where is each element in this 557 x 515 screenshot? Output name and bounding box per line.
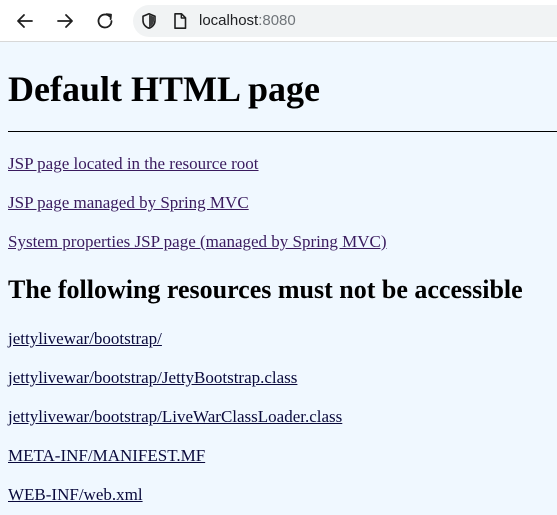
forward-button[interactable] (51, 7, 79, 35)
shield-icon[interactable] (140, 12, 158, 30)
link-system-properties-jsp[interactable]: System properties JSP page (managed by S… (8, 232, 387, 252)
reload-button[interactable] (91, 7, 119, 35)
restricted-resources-heading: The following resources must not be acce… (8, 275, 523, 304)
page-title: Default HTML page (8, 69, 320, 109)
reload-icon (97, 13, 113, 29)
horizontal-rule (8, 131, 557, 132)
link-web-xml[interactable]: WEB-INF/web.xml (8, 485, 143, 505)
link-jsp-spring-mvc[interactable]: JSP page managed by Spring MVC (8, 193, 249, 213)
link-livewar-classloader-class[interactable]: jettylivewar/bootstrap/LiveWarClassLoade… (8, 407, 342, 427)
page-info-icon[interactable] (171, 12, 189, 30)
link-bootstrap-dir[interactable]: jettylivewar/bootstrap/ (8, 329, 162, 349)
back-button[interactable] (11, 7, 39, 35)
link-jsp-resource-root[interactable]: JSP page located in the resource root (8, 154, 259, 174)
address-bar[interactable]: localhost:8080 (133, 5, 557, 37)
page-content: Default HTML page JSP page located in th… (0, 43, 557, 515)
url-text[interactable]: localhost:8080 (199, 11, 296, 31)
link-jetty-bootstrap-class[interactable]: jettylivewar/bootstrap/JettyBootstrap.cl… (8, 368, 297, 388)
url-host: localhost (199, 12, 259, 29)
link-manifest[interactable]: META-INF/MANIFEST.MF (8, 446, 205, 466)
browser-toolbar: localhost:8080 (0, 0, 557, 42)
back-arrow-icon (17, 14, 33, 28)
url-port: :8080 (258, 12, 296, 29)
forward-arrow-icon (57, 14, 73, 28)
